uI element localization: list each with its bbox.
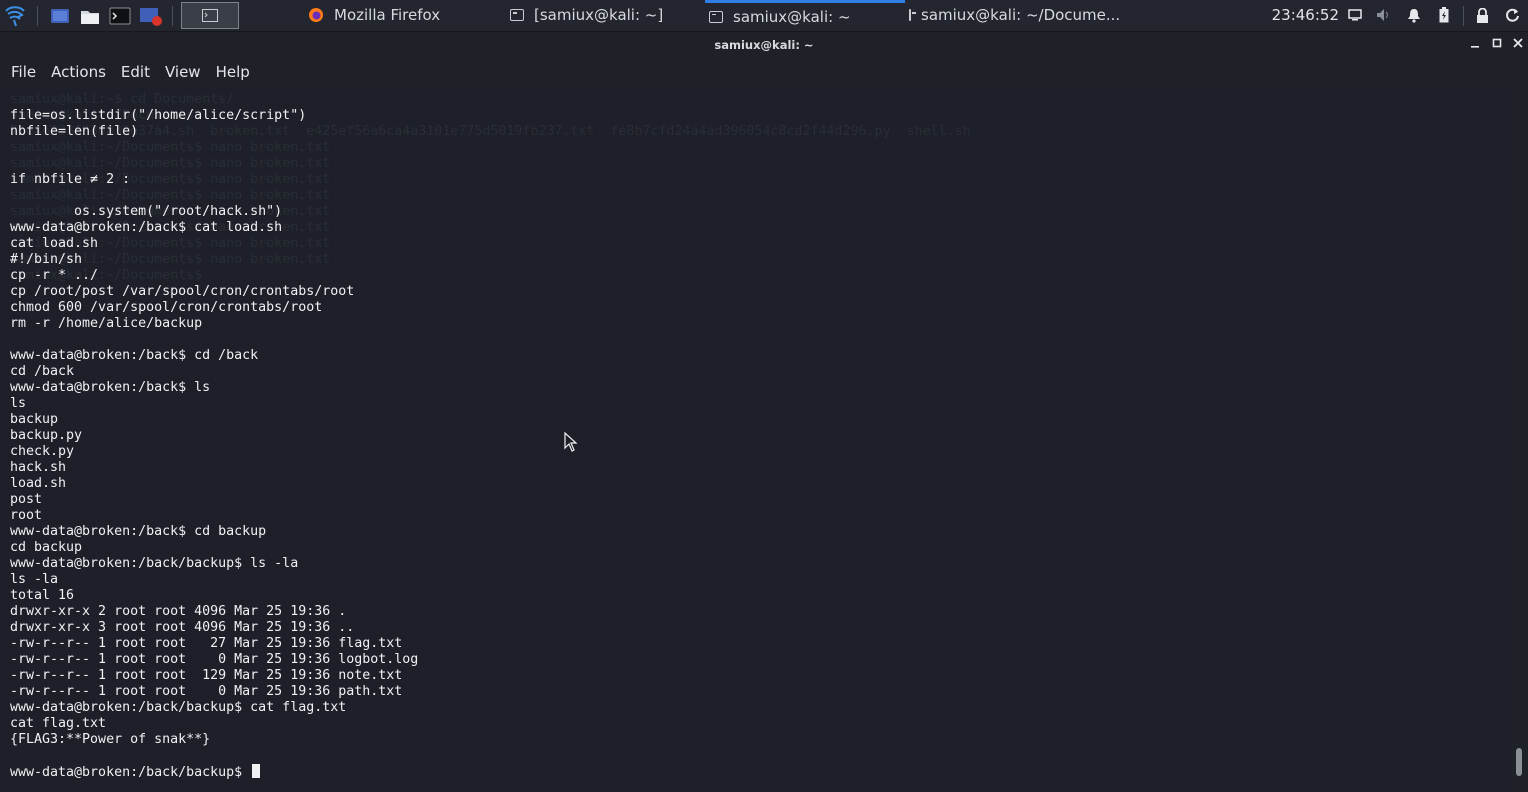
task-label: [samiux@kali: ~] <box>534 6 664 24</box>
terminal-line: cp /root/post /var/spool/cron/crontabs/r… <box>10 284 355 299</box>
terminal-line: if nbfile ≠ 2 : <box>10 172 131 187</box>
terminal-prompt-line[interactable]: www-data@broken:/back/backup$ <box>10 764 418 780</box>
terminal-line: root <box>10 508 43 523</box>
terminal-line: -rw-r--r-- 1 root root 129 Mar 25 19:36 … <box>10 668 403 683</box>
terminal-line: cat load.sh <box>10 236 99 251</box>
menu-help[interactable]: Help <box>216 60 250 86</box>
task-terminal-1[interactable]: [samiux@kali: ~] <box>498 0 698 30</box>
battery-icon[interactable] <box>1436 7 1452 23</box>
terminal-line: drwxr-xr-x 2 root root 4096 Mar 25 19:36… <box>10 604 347 619</box>
terminal-line: www-data@broken:/back$ cat load.sh <box>10 220 283 235</box>
terminal-line: rm -r /home/alice/backup <box>10 316 203 331</box>
logout-refresh-icon[interactable] <box>1504 7 1520 23</box>
terminal-line: load.sh <box>10 476 67 491</box>
close-icon[interactable] <box>1510 37 1526 53</box>
terminal-line: backup <box>10 412 59 427</box>
top-panel: Mozilla Firefox [samiux@kali: ~] samiux@… <box>0 0 1528 32</box>
terminal-line: hack.sh <box>10 460 67 475</box>
terminal-line: cat flag.txt <box>10 716 107 731</box>
terminal-line: www-data@broken:/back$ ls <box>10 380 211 395</box>
panel-divider <box>37 6 38 26</box>
task-terminal-3[interactable]: samiux@kali: ~/Docume... <box>905 0 1120 30</box>
task-label: samiux@kali: ~ <box>733 7 851 26</box>
terminal-icon <box>510 9 524 21</box>
terminal-line: cp -r * ../ <box>10 268 99 283</box>
panel-divider <box>1463 6 1464 26</box>
terminal-launcher-icon[interactable] <box>108 4 132 28</box>
terminal-line: cd backup <box>10 540 83 555</box>
terminal-line: os.system("/root/hack.sh") <box>10 204 283 219</box>
terminal-line: {FLAG3:**Power of snak**} <box>10 732 211 747</box>
terminal-line: www-data@broken:/back$ cd backup <box>10 524 267 539</box>
mouse-pointer-icon <box>564 432 578 452</box>
task-terminal-2-active[interactable]: samiux@kali: ~ <box>705 0 905 30</box>
kali-menu-icon[interactable] <box>4 4 28 28</box>
firefox-icon <box>309 8 323 22</box>
terminal-line: -rw-r--r-- 1 root root 27 Mar 25 19:36 f… <box>10 636 403 651</box>
terminal-prompt: www-data@broken:/back/backup$ <box>10 765 251 780</box>
terminal-output[interactable]: samiux@kali:~$ cd Documents/samiux@kali:… <box>0 88 1512 792</box>
terminal-line: ls <box>10 396 27 411</box>
menu-bar: File Actions Edit View Help <box>0 60 1528 86</box>
terminal-line: www-data@broken:/back/backup$ ls -la <box>10 556 299 571</box>
notifications-bell-icon[interactable] <box>1406 7 1422 23</box>
terminal-line: nbfile=len(file) <box>10 124 139 139</box>
terminal-line: drwxr-xr-x 3 root root 4096 Mar 25 19:36… <box>10 620 355 635</box>
text-cursor <box>252 764 261 778</box>
workspace-switcher[interactable] <box>181 2 239 29</box>
menu-actions[interactable]: Actions <box>51 60 106 86</box>
task-firefox[interactable]: Mozilla Firefox <box>298 0 498 30</box>
file-manager-icon[interactable] <box>78 4 102 28</box>
terminal-line: www-data@broken:/back/backup$ cat flag.t… <box>10 700 347 715</box>
terminal-line: -rw-r--r-- 1 root root 0 Mar 25 19:36 lo… <box>10 652 419 667</box>
terminal-scrollbar[interactable] <box>1516 88 1522 792</box>
terminal-line: chmod 600 /var/spool/cron/crontabs/root <box>10 300 323 315</box>
terminal-lines: file=os.listdir("/home/alice/script") nbf… <box>10 108 418 780</box>
window-titlebar[interactable]: samiux@kali: ~ <box>0 32 1528 60</box>
clock[interactable]: 23:46:52 <box>1272 6 1339 24</box>
terminal-line: #!/bin/sh <box>10 252 83 267</box>
screen-recorder-icon[interactable] <box>139 4 163 28</box>
lock-screen-icon[interactable] <box>1474 7 1490 23</box>
terminal-line: www-data@broken:/back$ cd /back <box>10 348 259 363</box>
display-icon[interactable] <box>1347 7 1363 23</box>
scrollbar-thumb[interactable] <box>1516 748 1522 776</box>
terminal-line: check.py <box>10 444 75 459</box>
maximize-icon[interactable] <box>1489 37 1505 53</box>
task-label: Mozilla Firefox <box>334 6 441 24</box>
terminal-line: post <box>10 492 43 507</box>
terminal-line: ls -la <box>10 572 59 587</box>
show-desktop-icon[interactable] <box>48 4 72 28</box>
volume-icon[interactable] <box>1376 7 1392 23</box>
workspace-terminal-icon <box>202 9 218 22</box>
menu-file[interactable]: File <box>11 60 36 86</box>
task-label: samiux@kali: ~/Docume... <box>921 6 1121 24</box>
terminal-line: -rw-r--r-- 1 root root 0 Mar 25 19:36 pa… <box>10 684 403 699</box>
terminal-line: total 16 <box>10 588 75 603</box>
terminal-line: file=os.listdir("/home/alice/script") <box>10 108 307 123</box>
terminal-icon <box>909 9 916 21</box>
menu-edit[interactable]: Edit <box>121 60 150 86</box>
terminal-line: backup.py <box>10 428 83 443</box>
terminal-icon <box>709 10 723 23</box>
menu-view[interactable]: View <box>165 60 201 86</box>
terminal-line: cd /back <box>10 364 75 379</box>
window-title: samiux@kali: ~ <box>714 38 814 52</box>
minimize-icon[interactable] <box>1467 37 1483 53</box>
ghost-line: samiux@kali:~$ cd Documents/ <box>10 92 235 107</box>
panel-divider <box>172 6 173 26</box>
